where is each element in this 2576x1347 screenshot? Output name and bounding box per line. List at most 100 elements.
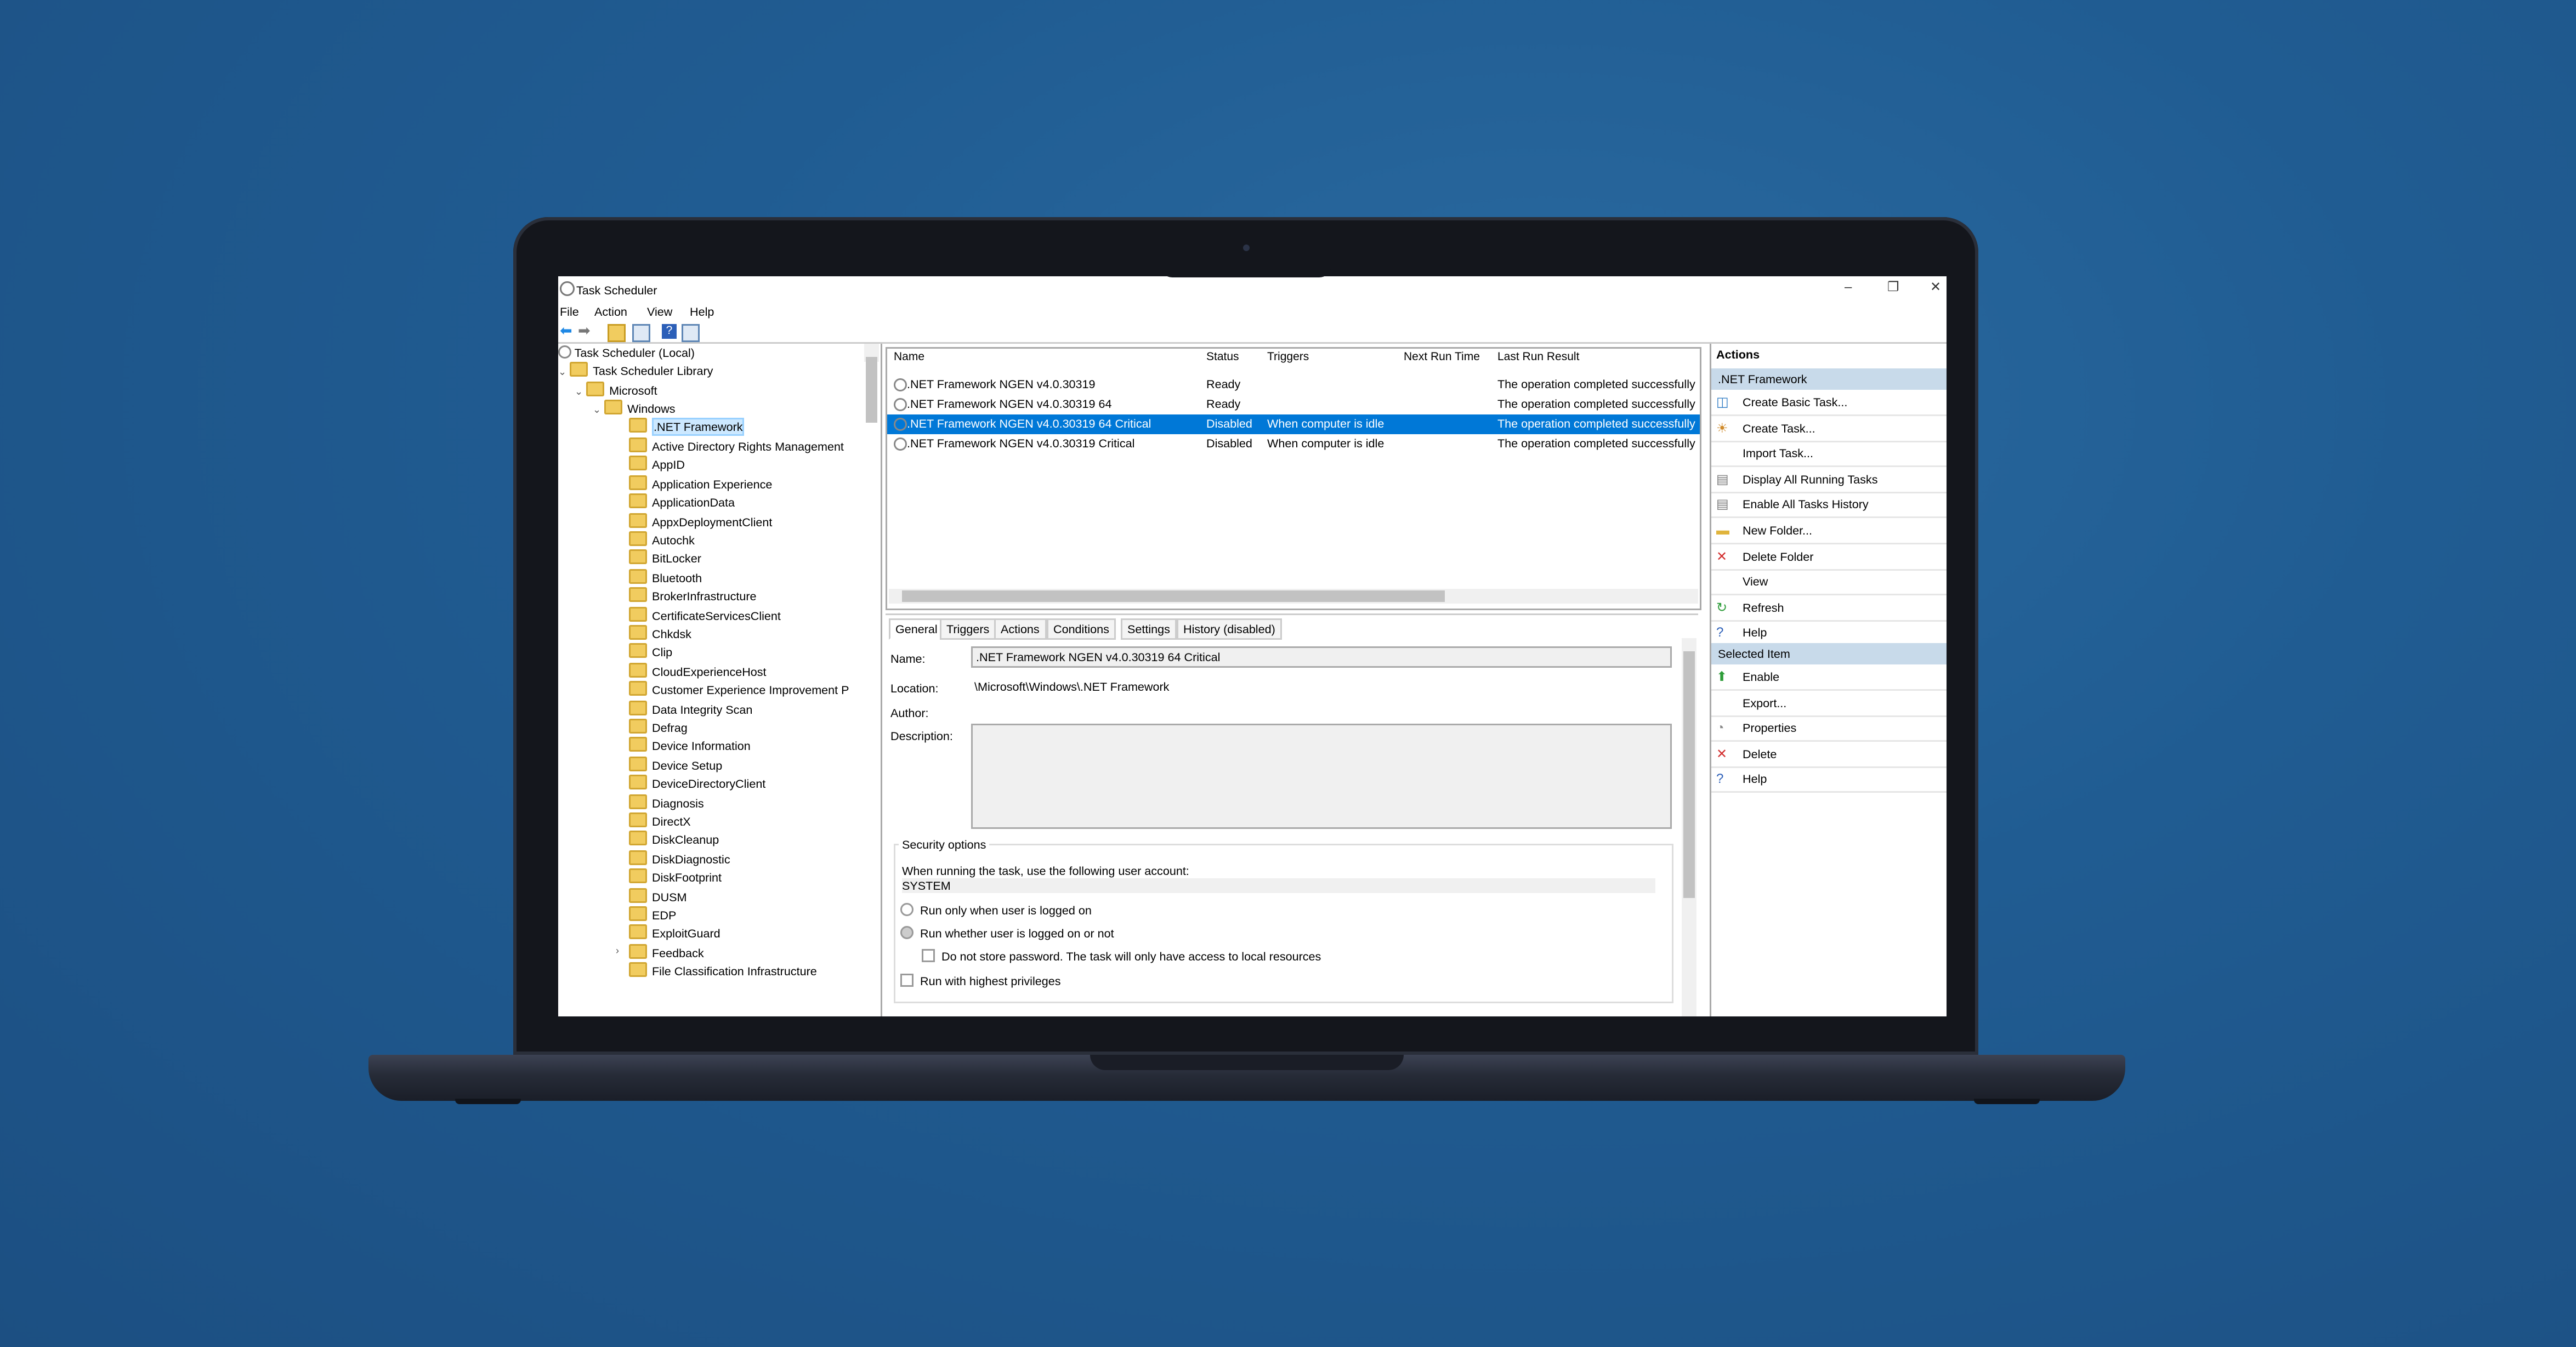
column-name[interactable]: Name: [894, 352, 924, 363]
chevron-down-icon[interactable]: ⌄: [558, 368, 566, 378]
tree-library[interactable]: ⌄ Task Scheduler Library: [558, 362, 713, 380]
minimize-icon[interactable]: –: [1845, 280, 1852, 294]
folder-icon: [629, 719, 647, 734]
tree-item[interactable]: Chkdsk: [629, 625, 691, 643]
tree-item[interactable]: CloudExperienceHost: [629, 662, 767, 680]
menu-file[interactable]: File: [560, 304, 579, 319]
tab-settings[interactable]: Settings: [1121, 618, 1177, 640]
action-item[interactable]: ⬆ Enable: [1711, 664, 1947, 691]
tree-item[interactable]: Device Setup: [629, 756, 722, 774]
tree-item[interactable]: Active Directory Rights Management: [629, 437, 844, 456]
tree-item[interactable]: DiskFootprint: [629, 868, 722, 887]
chevron-down-icon[interactable]: ⌄: [575, 388, 583, 398]
chevron-right-icon[interactable]: ›: [616, 944, 619, 962]
action-label: Enable: [1743, 669, 1780, 684]
tree-item[interactable]: Data Integrity Scan: [629, 700, 752, 718]
action-item[interactable]: ▤ Display All Running Tasks: [1711, 467, 1947, 493]
checkbox-highest-privileges[interactable]: Run with highest privileges: [900, 974, 1061, 988]
checkbox-no-password[interactable]: Do not store password. The task will onl…: [922, 949, 1321, 964]
action-item[interactable]: ☀ Create Task...: [1711, 416, 1947, 442]
column-last-run-result[interactable]: Last Run Result: [1497, 352, 1579, 363]
tree-item[interactable]: BrokerInfrastructure: [629, 587, 757, 606]
tab-actions[interactable]: Actions: [994, 618, 1046, 640]
folder-icon: [629, 625, 647, 640]
tree-item[interactable]: DiskDiagnostic: [629, 850, 730, 868]
tree-item[interactable]: AppID: [629, 456, 685, 474]
action-item[interactable]: ▤ Enable All Tasks History: [1711, 492, 1947, 519]
action-item[interactable]: ✕ Delete: [1711, 741, 1947, 768]
table-row[interactable]: .NET Framework NGEN v4.0.30319 Critical D…: [887, 434, 1700, 454]
action-item[interactable]: ◔ Properties: [1711, 716, 1947, 742]
detail-vertical-scrollbar[interactable]: [1682, 638, 1696, 1016]
scroll-thumb[interactable]: [1683, 651, 1695, 898]
tree-vertical-scrollbar[interactable]: [864, 344, 879, 423]
section-selected-item[interactable]: Selected Item: [1711, 643, 1947, 664]
tree-item[interactable]: File Classification Infrastructure: [629, 962, 817, 981]
back-arrow-icon[interactable]: ⬅: [560, 323, 575, 339]
tree-item[interactable]: DeviceDirectoryClient: [629, 775, 765, 793]
table-row[interactable]: .NET Framework NGEN v4.0.30319 64 Ready Th…: [887, 395, 1700, 414]
radio-run-whether[interactable]: Run whether user is logged on or not: [900, 926, 1114, 941]
table-row[interactable]: .NET Framework NGEN v4.0.30319 64 Critic…: [887, 414, 1700, 434]
name-field[interactable]: .NET Framework NGEN v4.0.30319 64 Critic…: [971, 646, 1672, 668]
tree-microsoft[interactable]: ⌄ Microsoft: [575, 382, 657, 400]
tab-history[interactable]: History (disabled): [1177, 618, 1282, 640]
tree-item[interactable]: Clip: [629, 644, 672, 662]
tree-item[interactable]: CertificateServicesClient: [629, 606, 781, 624]
tab-conditions[interactable]: Conditions: [1047, 618, 1116, 640]
export-icon: [1716, 697, 1728, 708]
tree-item[interactable]: › Feedback: [616, 944, 704, 962]
tree-item[interactable]: AppxDeploymentClient: [629, 512, 772, 531]
menu-help[interactable]: Help: [690, 304, 714, 319]
user-account-field[interactable]: SYSTEM: [902, 878, 1655, 893]
section-net-framework[interactable]: .NET Framework: [1711, 368, 1947, 390]
forward-arrow-icon[interactable]: ➡: [578, 323, 593, 339]
show-action-pane-icon[interactable]: [682, 324, 700, 342]
column-next-run-time[interactable]: Next Run Time: [1404, 352, 1480, 363]
tree-item[interactable]: BitLocker: [629, 550, 701, 568]
action-item[interactable]: Export...: [1711, 690, 1947, 717]
description-field[interactable]: [971, 724, 1672, 829]
tree-item[interactable]: Customer Experience Improvement P: [629, 681, 849, 700]
radio-run-logged-on[interactable]: Run only when user is logged on: [900, 903, 1092, 918]
menu-view[interactable]: View: [647, 304, 672, 319]
tree-root[interactable]: Task Scheduler (Local): [558, 344, 695, 362]
show-hide-console-tree-icon[interactable]: [632, 324, 650, 342]
action-item[interactable]: View: [1711, 570, 1947, 596]
action-item[interactable]: ↻ Refresh: [1711, 595, 1947, 622]
tree-item[interactable]: Bluetooth: [629, 569, 702, 587]
tree-item[interactable]: Application Experience: [629, 475, 772, 493]
tree-item[interactable]: Defrag: [629, 719, 688, 737]
tab-triggers[interactable]: Triggers: [940, 618, 996, 640]
tree-item[interactable]: ApplicationData: [629, 493, 735, 512]
help-icon[interactable]: ?: [662, 324, 677, 339]
tree-item[interactable]: EDP: [629, 906, 676, 924]
action-item[interactable]: ✕ Delete Folder: [1711, 544, 1947, 570]
action-item[interactable]: ▬ New Folder...: [1711, 518, 1947, 544]
close-icon[interactable]: ✕: [1930, 280, 1941, 294]
tree-item[interactable]: ExploitGuard: [629, 925, 720, 943]
tree-windows[interactable]: ⌄ Windows: [593, 400, 676, 418]
action-item[interactable]: ◫ Create Basic Task...: [1711, 390, 1947, 416]
action-item[interactable]: Import Task...: [1711, 441, 1947, 468]
tree-item[interactable]: DiskCleanup: [629, 831, 719, 849]
column-triggers[interactable]: Triggers: [1267, 352, 1309, 363]
tree-item[interactable]: Autochk: [629, 531, 695, 549]
tree-item[interactable]: DirectX: [629, 812, 691, 831]
column-status[interactable]: Status: [1206, 352, 1239, 363]
chevron-down-icon[interactable]: ⌄: [593, 406, 601, 416]
checkbox-icon: [900, 974, 913, 987]
scroll-thumb[interactable]: [902, 590, 1445, 602]
tree-item[interactable]: Diagnosis: [629, 793, 704, 812]
tree-item[interactable]: Device Information: [629, 737, 751, 755]
tree-item[interactable]: DUSM: [629, 887, 687, 906]
tree-item-net-framework[interactable]: .NET Framework: [629, 418, 745, 436]
tab-general[interactable]: General: [889, 618, 944, 640]
restore-icon[interactable]: ❐: [1887, 280, 1899, 294]
task-list-horizontal-scrollbar[interactable]: [889, 589, 1698, 604]
table-row[interactable]: .NET Framework NGEN v4.0.30319 Ready The o…: [887, 375, 1700, 395]
menu-action[interactable]: Action: [594, 304, 627, 319]
action-item[interactable]: ? Help: [1711, 767, 1947, 794]
scroll-thumb[interactable]: [866, 357, 877, 423]
folder-up-icon[interactable]: [608, 324, 626, 342]
